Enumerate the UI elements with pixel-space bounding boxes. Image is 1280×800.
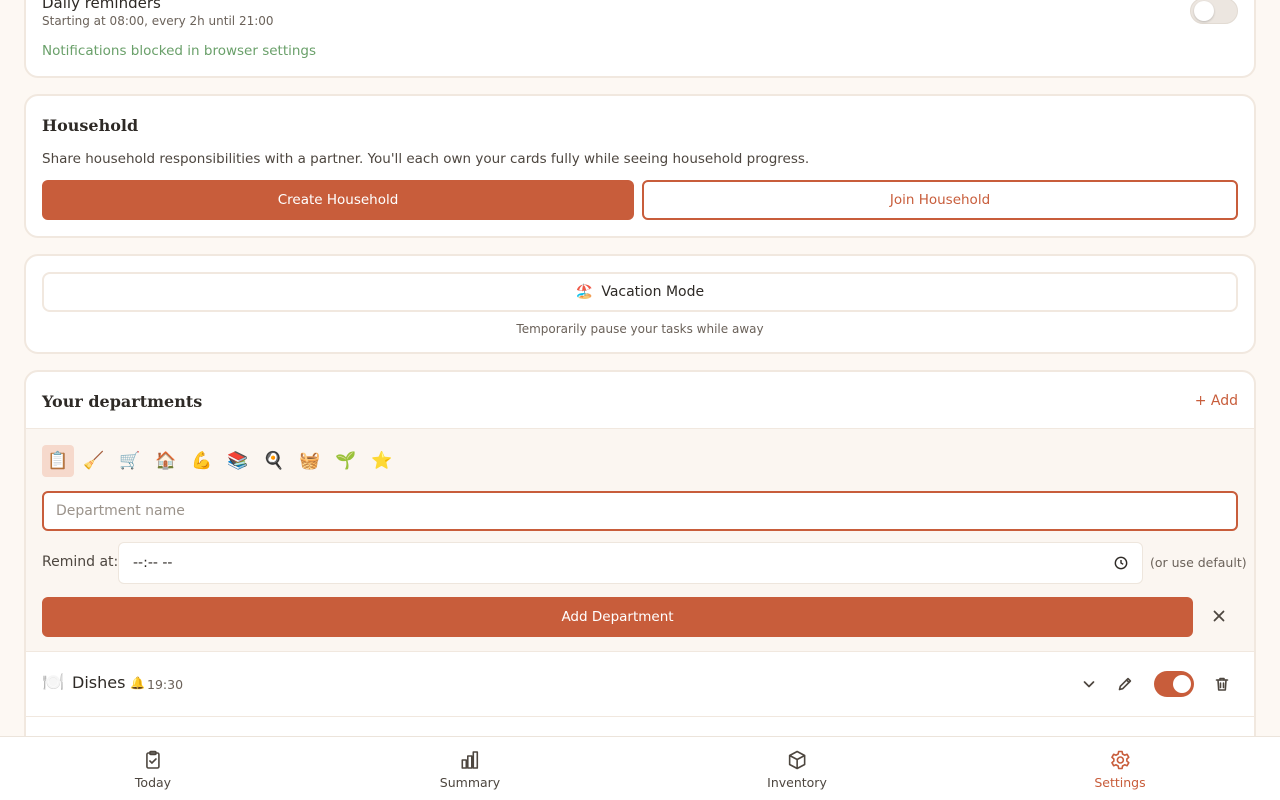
join-household-button[interactable]: Join Household: [642, 180, 1238, 220]
bar-chart-icon: [461, 750, 479, 769]
department-remind-time: 19:30: [147, 677, 184, 692]
emoji-option[interactable]: ⭐: [366, 445, 398, 477]
vacation-mode-label: Vacation Mode: [601, 284, 705, 300]
gear-icon: [1110, 750, 1130, 769]
create-household-button[interactable]: Create Household: [42, 180, 634, 220]
remind-time-input[interactable]: --:-- --: [118, 542, 1143, 584]
department-name: Dishes: [72, 673, 126, 692]
bell-icon: 🔔: [130, 676, 145, 690]
emoji-option[interactable]: 🧹: [78, 445, 110, 477]
remind-at-label: Remind at:: [42, 554, 119, 570]
nav-inventory[interactable]: Inventory: [767, 737, 827, 800]
nav-summary-label: Summary: [439, 774, 501, 790]
add-department-link[interactable]: + Add: [1195, 393, 1238, 409]
beach-umbrella-icon: 🏖️: [575, 284, 594, 300]
box-icon: [788, 750, 806, 769]
clock-icon[interactable]: [1114, 556, 1128, 570]
reminders-title: Daily reminders: [42, 0, 161, 12]
emoji-picker: 📋 🧹 🛒 🏠 💪 📚 🍳 🧺 🌱 ⭐: [42, 445, 398, 477]
reminders-toggle[interactable]: [1190, 0, 1238, 24]
notifications-blocked-note: Notifications blocked in browser setting…: [42, 43, 317, 59]
department-row: 🍽️ Dishes 🔔 19:30: [26, 652, 1254, 717]
pencil-icon[interactable]: [1116, 675, 1134, 693]
nav-inventory-label: Inventory: [767, 774, 827, 790]
department-emoji: 🍽️: [42, 672, 65, 693]
toggle-knob: [1173, 675, 1191, 693]
household-title: Household: [42, 116, 139, 135]
department-enabled-toggle[interactable]: [1154, 671, 1194, 697]
add-department-button[interactable]: Add Department: [42, 597, 1193, 637]
nav-settings-label: Settings: [1094, 774, 1146, 790]
emoji-option[interactable]: 🌱: [330, 445, 362, 477]
default-time-hint: (or use default): [1150, 555, 1247, 570]
nav-today-label: Today: [134, 774, 172, 790]
emoji-option[interactable]: 🍳: [258, 445, 290, 477]
reminders-card: Daily reminders Starting at 08:00, every…: [24, 0, 1256, 78]
emoji-option[interactable]: 🛒: [114, 445, 146, 477]
nav-summary[interactable]: Summary: [440, 737, 500, 800]
new-department-form: 📋🧹🛒🏠💪📚🍳🧺🌱⭐ Remind at: --:-- -- (or use d…: [26, 428, 1254, 652]
remind-time-value: --:-- --: [133, 555, 173, 571]
toggle-knob: [1194, 1, 1214, 21]
nav-settings[interactable]: Settings: [1094, 737, 1146, 800]
bottom-navigation: Today Summary Inventory Settings: [0, 736, 1280, 800]
emoji-option[interactable]: 📚: [222, 445, 254, 477]
trash-icon[interactable]: [1213, 675, 1231, 693]
close-icon[interactable]: [1210, 607, 1228, 625]
department-name-input[interactable]: [42, 491, 1238, 531]
emoji-option[interactable]: 🧺: [294, 445, 326, 477]
departments-title: Your departments: [42, 392, 203, 411]
household-card: Household Share household responsibiliti…: [24, 94, 1256, 238]
nav-today[interactable]: Today: [135, 737, 171, 800]
vacation-mode-button[interactable]: 🏖️ Vacation Mode: [42, 272, 1238, 312]
vacation-hint: Temporarily pause your tasks while away: [516, 322, 764, 336]
reminders-subtitle: Starting at 08:00, every 2h until 21:00: [42, 14, 274, 28]
emoji-option[interactable]: 📋: [42, 445, 74, 477]
emoji-option[interactable]: 💪: [186, 445, 218, 477]
departments-card: Your departments + Add 📋🧹🛒🏠💪📚🍳🧺🌱⭐ Remind…: [24, 370, 1256, 736]
household-description: Share household responsibilities with a …: [42, 151, 810, 167]
vacation-card: 🏖️ Vacation Mode Temporarily pause your …: [24, 254, 1256, 354]
emoji-option[interactable]: 🏠: [150, 445, 182, 477]
settings-scroll-area[interactable]: Daily reminders Starting at 08:00, every…: [0, 0, 1280, 736]
clipboard-check-icon: [146, 750, 160, 769]
chevron-down-icon[interactable]: [1080, 675, 1098, 693]
